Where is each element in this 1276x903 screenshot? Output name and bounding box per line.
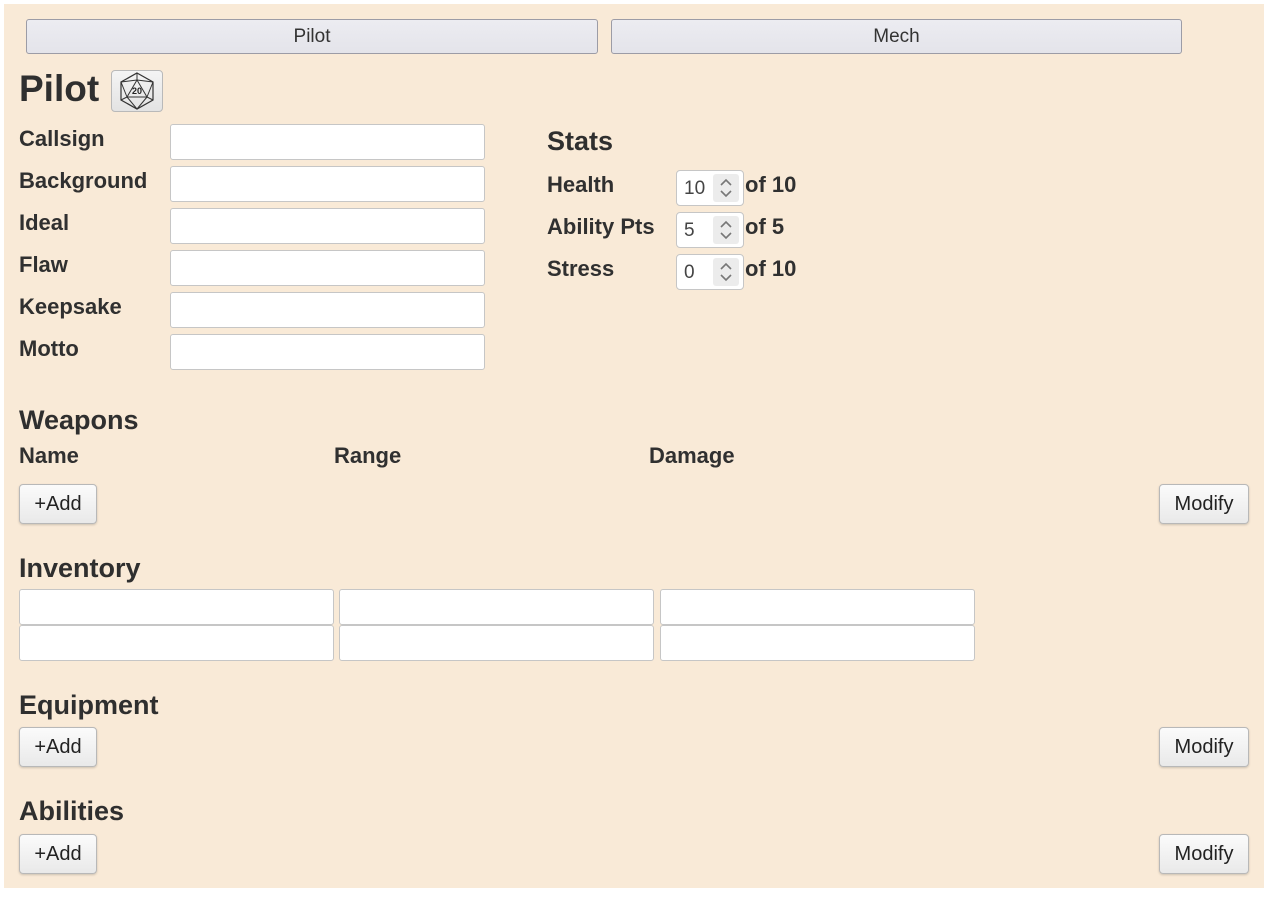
tab-pilot[interactable]: Pilot <box>26 19 598 54</box>
ideal-label: Ideal <box>19 210 70 235</box>
weapons-col-range: Range <box>334 443 402 468</box>
ideal-input[interactable] <box>170 208 485 244</box>
keepsake-label: Keepsake <box>19 294 122 319</box>
stress-label: Stress <box>547 256 615 281</box>
health-label: Health <box>547 172 615 197</box>
abilities-heading: Abilities <box>19 796 125 826</box>
weapons-modify-button[interactable]: Modify <box>1159 484 1249 524</box>
stats-heading: Stats <box>547 126 614 156</box>
flaw-input[interactable] <box>170 250 485 286</box>
equipment-modify-button[interactable]: Modify <box>1159 727 1249 767</box>
weapons-heading: Weapons <box>19 405 139 435</box>
chevron-up-icon <box>720 178 732 186</box>
ability-pts-label: Ability Pts <box>547 214 655 239</box>
weapons-col-damage: Damage <box>649 443 735 468</box>
chevron-down-icon <box>720 190 732 198</box>
ability-pts-stepper[interactable]: 5 <box>676 212 744 248</box>
equipment-add-button[interactable]: +Add <box>19 727 97 767</box>
abilities-modify-button[interactable]: Modify <box>1159 834 1249 874</box>
callsign-label: Callsign <box>19 126 105 151</box>
d20-label: 20 <box>132 86 142 96</box>
stress-max: of 10 <box>745 256 797 281</box>
health-spinner[interactable] <box>713 174 739 202</box>
health-value: 10 <box>684 178 706 199</box>
inventory-slot[interactable] <box>339 589 654 625</box>
roll-dice-button[interactable]: 20 <box>111 70 163 112</box>
equipment-heading: Equipment <box>19 690 159 720</box>
page-title: Pilot <box>19 68 100 109</box>
motto-label: Motto <box>19 336 79 361</box>
ability-pts-spinner[interactable] <box>713 216 739 244</box>
chevron-down-icon <box>720 274 732 282</box>
chevron-down-icon <box>720 232 732 240</box>
stress-value: 0 <box>684 262 695 283</box>
stress-spinner[interactable] <box>713 258 739 286</box>
weapons-col-name: Name <box>19 443 79 468</box>
tab-mech[interactable]: Mech <box>611 19 1182 54</box>
health-max: of 10 <box>745 172 797 197</box>
ability-pts-max: of 5 <box>745 214 785 239</box>
callsign-input[interactable] <box>170 124 485 160</box>
d20-icon: 20 <box>120 72 154 110</box>
inventory-slot[interactable] <box>19 589 334 625</box>
inventory-slot[interactable] <box>660 625 975 661</box>
inventory-slot[interactable] <box>19 625 334 661</box>
ability-pts-value: 5 <box>684 220 695 241</box>
abilities-add-button[interactable]: +Add <box>19 834 97 874</box>
background-input[interactable] <box>170 166 485 202</box>
inventory-heading: Inventory <box>19 553 141 583</box>
inventory-slot[interactable] <box>660 589 975 625</box>
motto-input[interactable] <box>170 334 485 370</box>
stress-stepper[interactable]: 0 <box>676 254 744 290</box>
weapons-add-button[interactable]: +Add <box>19 484 97 524</box>
inventory-slot[interactable] <box>339 625 654 661</box>
chevron-up-icon <box>720 262 732 270</box>
health-stepper[interactable]: 10 <box>676 170 744 206</box>
keepsake-input[interactable] <box>170 292 485 328</box>
chevron-up-icon <box>720 220 732 228</box>
flaw-label: Flaw <box>19 252 68 277</box>
background-label: Background <box>19 168 148 193</box>
